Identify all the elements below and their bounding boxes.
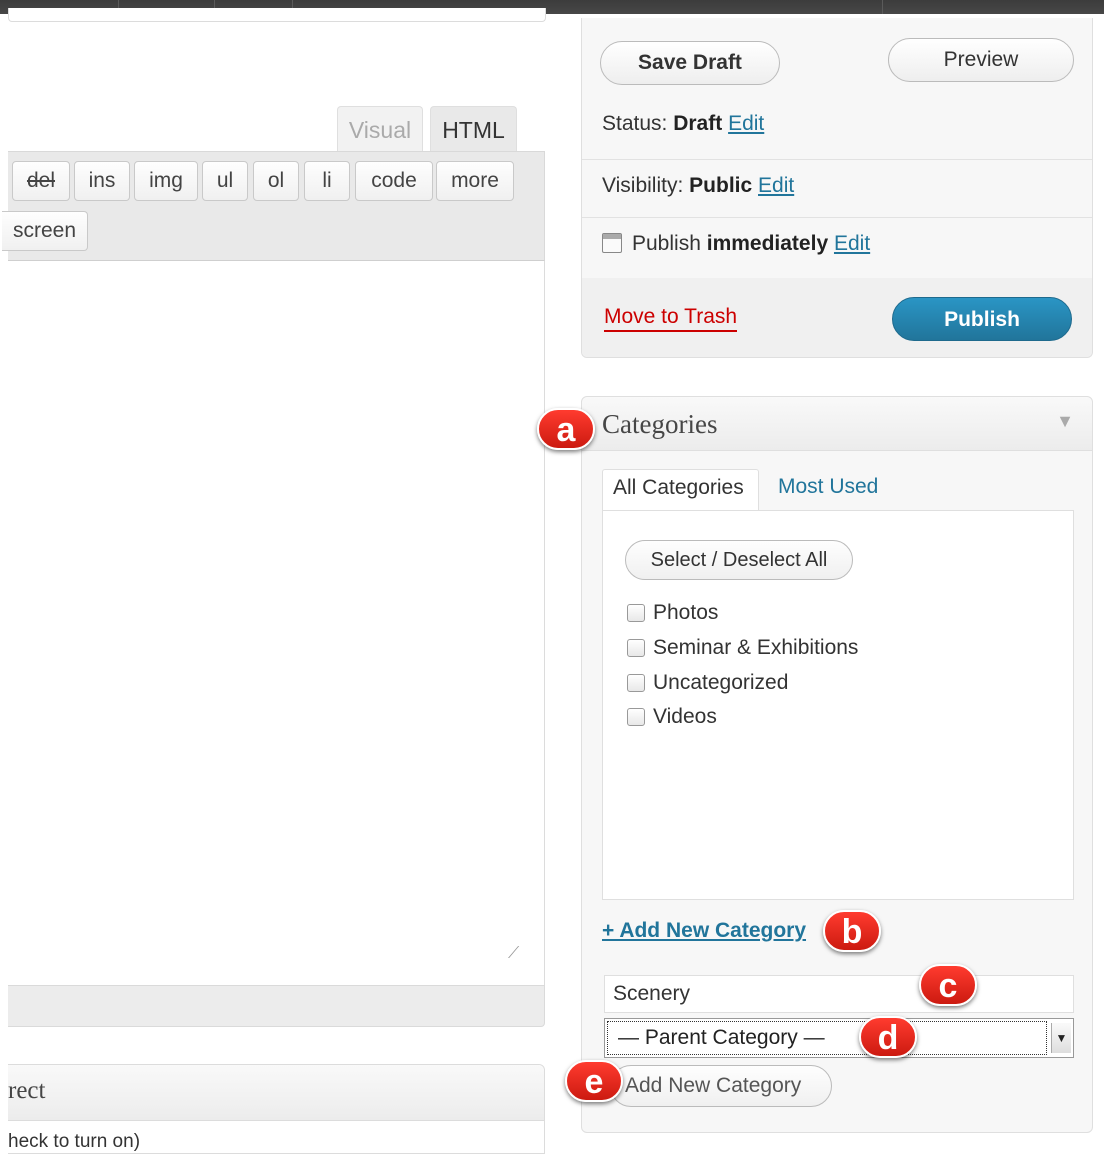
edit-visibility-link[interactable]: Edit — [758, 174, 794, 197]
visibility-row: Visibility: Public Edit — [582, 160, 1092, 218]
resize-handle-icon[interactable]: ⟋ — [508, 946, 524, 962]
category-checkbox[interactable] — [627, 674, 645, 692]
visibility-value: Public — [689, 174, 753, 197]
publish-schedule-label: Publish — [632, 232, 701, 255]
categories-box-header[interactable]: Categories ▼ — [582, 397, 1092, 451]
category-item-videos[interactable]: Videos — [627, 702, 717, 732]
quicktag-img-button[interactable]: img — [134, 161, 198, 201]
publish-box: Save Draft Preview Status: Draft Edit Vi… — [581, 18, 1093, 358]
lower-meta-box: rect heck to turn on) — [8, 1064, 545, 1154]
quicktag-ol-button[interactable]: ol — [253, 161, 299, 201]
edit-status-link[interactable]: Edit — [728, 112, 764, 135]
add-new-category-link[interactable]: + Add New Category — [602, 919, 806, 943]
publish-actions: Move to Trash Publish — [582, 278, 1092, 357]
select-deselect-all-button[interactable]: Select / Deselect All — [625, 540, 853, 580]
edit-schedule-link[interactable]: Edit — [834, 232, 870, 255]
editor-status-bar — [8, 985, 545, 1027]
parent-category-select[interactable]: — Parent Category — ▼ — [604, 1018, 1074, 1058]
category-label: Photos — [653, 601, 719, 624]
post-title-field[interactable] — [8, 8, 546, 22]
post-content-textarea[interactable] — [8, 261, 545, 985]
quicktag-li-button[interactable]: li — [304, 161, 350, 201]
new-category-name-input[interactable]: Scenery — [604, 975, 1074, 1013]
callout-badge-c: c — [919, 964, 977, 1006]
category-label: Seminar & Exhibitions — [653, 636, 859, 659]
category-label: Uncategorized — [653, 671, 789, 694]
categories-title: Categories — [602, 409, 718, 439]
tab-most-used[interactable]: Most Used — [768, 469, 888, 511]
categories-box: Categories ▼ All Categories Most Used Se… — [581, 396, 1093, 1133]
quicktag-code-button[interactable]: code — [355, 161, 433, 201]
category-checkbox[interactable] — [627, 708, 645, 726]
visibility-label: Visibility: — [602, 174, 684, 197]
quicktag-fullscreen-button[interactable]: screen — [2, 211, 88, 251]
callout-badge-d: d — [859, 1016, 917, 1058]
category-checkbox[interactable] — [627, 604, 645, 622]
publish-schedule-row: Publish immediately Edit — [582, 218, 1092, 278]
post-status-row: Status: Draft Edit — [582, 104, 1092, 160]
callout-badge-a: a — [537, 408, 595, 450]
dropdown-arrow-icon[interactable]: ▼ — [1051, 1023, 1071, 1053]
move-to-trash-link[interactable]: Move to Trash — [604, 304, 738, 332]
calendar-icon — [602, 233, 622, 253]
publish-button[interactable]: Publish — [892, 297, 1072, 341]
lower-meta-box-text: heck to turn on) — [8, 1131, 141, 1152]
lower-meta-box-title: rect — [8, 1077, 46, 1104]
publish-schedule-value: immediately — [706, 232, 829, 255]
quicktag-ins-button[interactable]: ins — [74, 161, 130, 201]
category-label: Videos — [653, 705, 717, 728]
quicktag-more-button[interactable]: more — [436, 161, 514, 201]
tab-html[interactable]: HTML — [430, 106, 517, 152]
callout-badge-e: e — [565, 1060, 623, 1102]
tab-all-categories[interactable]: All Categories — [602, 469, 759, 511]
preview-button[interactable]: Preview — [888, 38, 1074, 82]
lower-meta-box-header[interactable]: rect — [8, 1065, 544, 1121]
callout-badge-b: b — [823, 910, 881, 952]
category-item-uncategorized[interactable]: Uncategorized — [627, 668, 788, 698]
add-new-category-button[interactable]: Add New Category — [610, 1065, 832, 1107]
parent-category-selected-value: — Parent Category — — [607, 1021, 1047, 1055]
category-item-photos[interactable]: Photos — [627, 598, 718, 628]
category-item-seminar-exhibitions[interactable]: Seminar & Exhibitions — [627, 633, 858, 663]
save-draft-button[interactable]: Save Draft — [600, 41, 780, 85]
status-label: Status: — [602, 112, 668, 135]
category-checklist-panel: Select / Deselect All Photos Seminar & E… — [602, 510, 1074, 900]
status-value: Draft — [673, 112, 723, 135]
quicktags-toolbar: del ins img ul ol li code more screen — [2, 151, 545, 261]
collapse-arrow-icon[interactable]: ▼ — [1056, 411, 1074, 432]
quicktag-ul-button[interactable]: ul — [202, 161, 248, 201]
category-checkbox[interactable] — [627, 639, 645, 657]
quicktag-del-button[interactable]: del — [12, 161, 70, 201]
tab-visual[interactable]: Visual — [337, 106, 423, 152]
